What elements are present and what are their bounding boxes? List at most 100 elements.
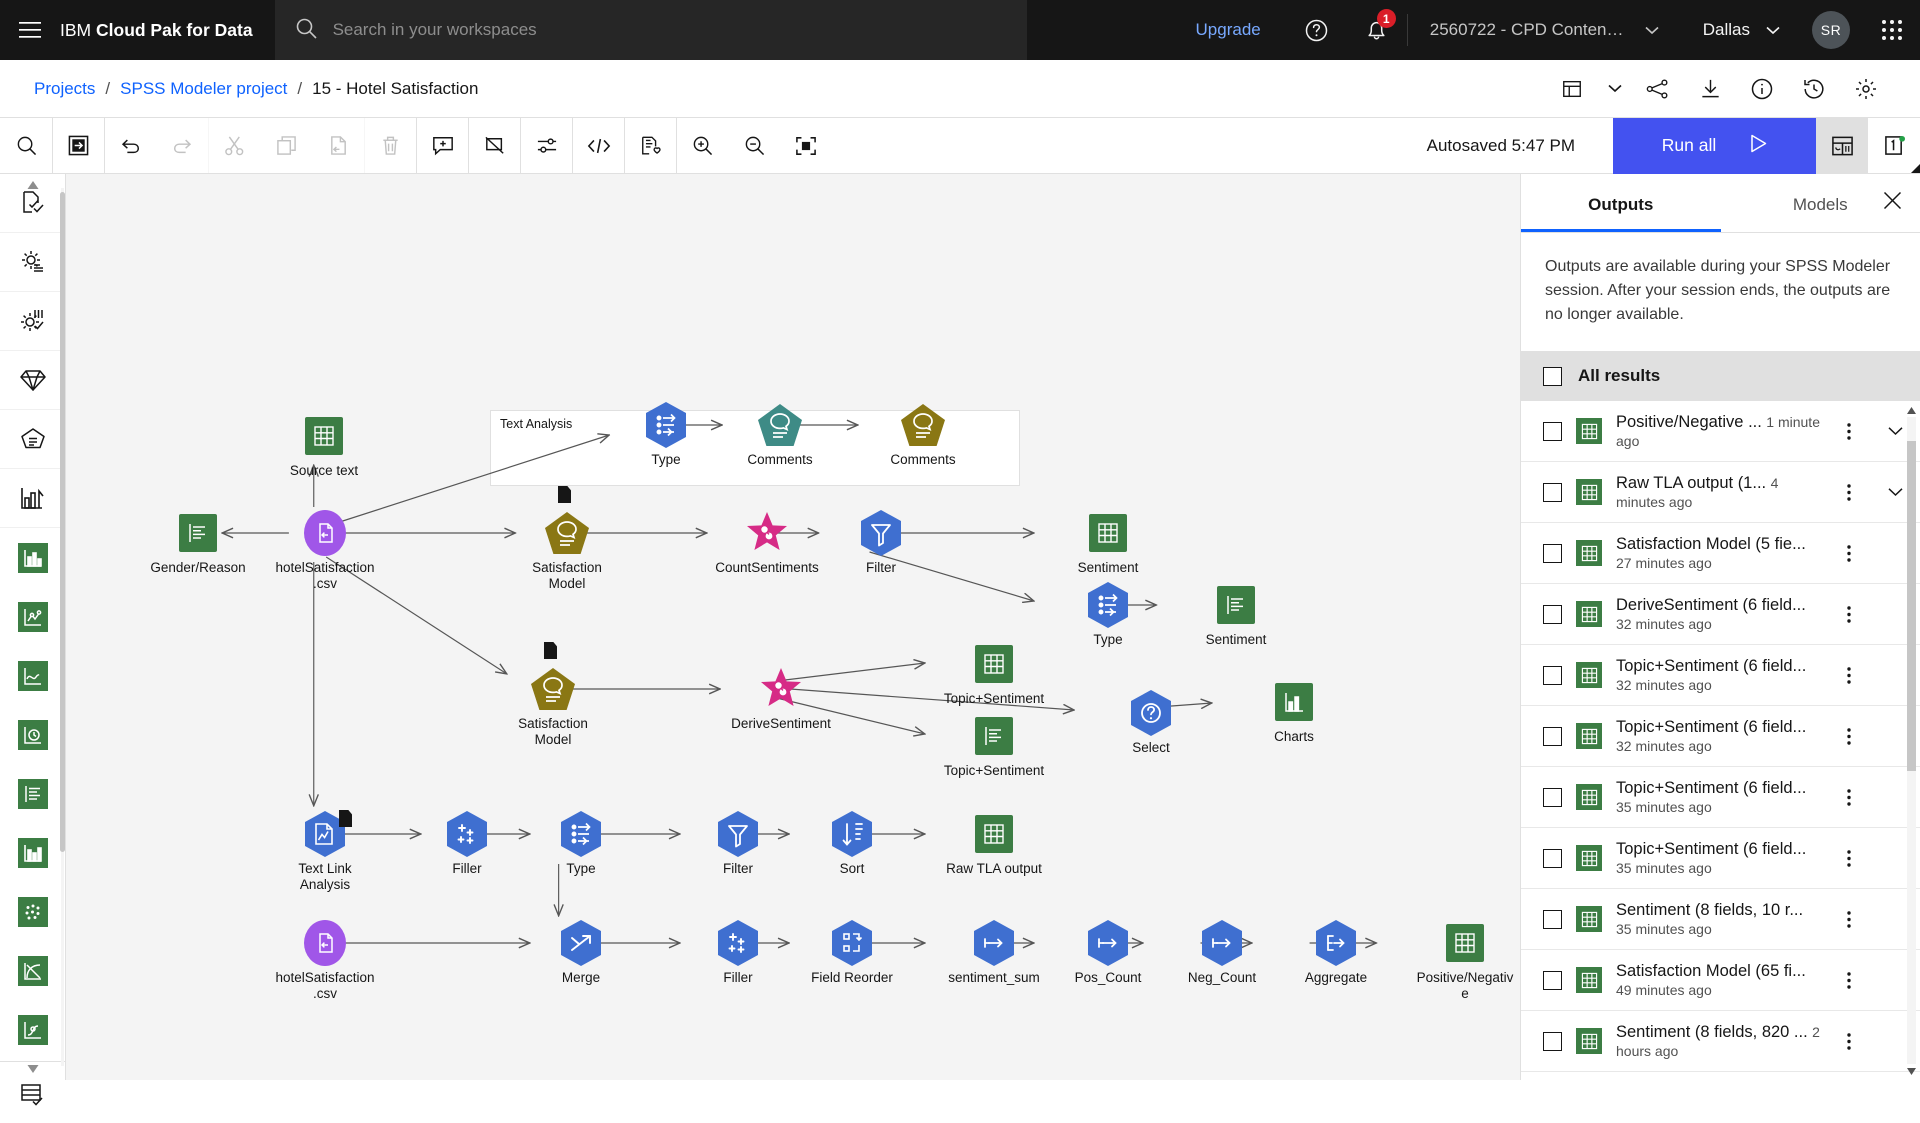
undo-icon[interactable] [104,118,156,173]
region-selector[interactable]: Dallas [1677,20,1798,40]
hide-links-icon[interactable] [468,118,520,173]
redo-icon[interactable] [156,118,208,173]
palette-modeling-icon[interactable] [0,351,65,410]
list-item[interactable]: Positive/Negative ... 1 minute ago [1521,401,1920,462]
list-item[interactable]: Topic+Sentiment (6 field... 32 minutes a… [1521,645,1920,706]
palette-field-ops-icon[interactable] [0,292,65,351]
list-item[interactable]: Topic+Sentiment (6 field... 35 minutes a… [1521,828,1920,889]
output-checkbox[interactable] [1543,544,1562,563]
flow-settings-icon[interactable] [520,118,572,173]
search-input[interactable]: Search in your workspaces [333,20,537,40]
add-comment-icon[interactable] [416,118,468,173]
code-icon[interactable] [572,118,624,173]
list-item[interactable]: Topic+Sentiment (6 field... 35 minutes a… [1521,767,1920,828]
overflow-menu-icon[interactable] [1834,911,1864,928]
scroll-down-icon[interactable] [1907,1064,1916,1078]
list-item[interactable]: Raw TLA output (1... 4 minutes ago [1521,462,1920,523]
graph-histogram-icon[interactable] [0,823,65,882]
avatar[interactable]: SR [1812,11,1850,49]
palette-graphs-icon[interactable] [0,469,65,528]
help-icon[interactable] [1287,0,1347,60]
output-checkbox[interactable] [1543,849,1562,868]
palette-scrollbar[interactable] [59,174,66,1080]
overflow-menu-icon[interactable] [1834,484,1864,501]
app-grid-icon[interactable] [1864,0,1920,60]
palette-scroll-up-icon[interactable] [27,176,38,194]
output-checkbox[interactable] [1543,422,1562,441]
hamburger-menu-icon[interactable] [0,0,60,60]
resize-handle[interactable] [1911,164,1920,173]
overflow-menu-icon[interactable] [1834,667,1864,684]
chevron-down-icon[interactable] [1598,63,1632,115]
zoom-fit-icon[interactable] [780,118,832,173]
list-item[interactable]: Topic+Sentiment (6 field... 32 minutes a… [1521,706,1920,767]
history-icon[interactable] [1788,63,1840,115]
palette-scroll-down-icon[interactable] [27,1060,38,1078]
upgrade-link[interactable]: Upgrade [1170,20,1287,40]
breadcrumb-item-spss-modeler-project[interactable]: SPSS Modeler project [120,79,287,99]
all-results-checkbox[interactable] [1543,367,1562,386]
graph-time-icon[interactable] [0,705,65,764]
search-icon[interactable] [0,118,52,173]
overflow-menu-icon[interactable] [1834,728,1864,745]
output-checkbox[interactable] [1543,666,1562,685]
list-item[interactable]: Satisfaction Model (65 fi... 49 minutes … [1521,950,1920,1011]
zoom-out-icon[interactable] [728,118,780,173]
outputs-panel-icon[interactable] [1816,118,1868,174]
list-item[interactable]: Sentiment (8 fields, 10 r... 35 minutes … [1521,889,1920,950]
palette-record-ops-icon[interactable] [0,233,65,292]
graph-bar-icon[interactable] [0,528,65,587]
output-checkbox[interactable] [1543,483,1562,502]
output-checkbox[interactable] [1543,727,1562,746]
output-checkbox[interactable] [1543,1032,1562,1051]
notifications-button[interactable]: 1 [1347,0,1407,60]
graph-multiplot-icon[interactable] [0,882,65,941]
scroll-up-icon[interactable] [1907,403,1916,417]
palette-scrollbar-thumb[interactable] [60,192,65,852]
account-selector[interactable]: 2560722 - CPD Content De... [1407,14,1677,46]
save-model-icon[interactable] [624,118,676,173]
overflow-menu-icon[interactable] [1834,1033,1864,1050]
information-icon[interactable] [1736,63,1788,115]
import-node-icon[interactable] [52,118,104,173]
download-icon[interactable] [1684,63,1736,115]
all-results-row[interactable]: All results [1521,351,1920,401]
settings-adjust-icon[interactable] [1840,63,1892,115]
flow-canvas[interactable]: Text Analysis [66,174,1520,1080]
output-checkbox[interactable] [1543,788,1562,807]
list-item[interactable]: DeriveSentiment (6 field... 32 minutes a… [1521,584,1920,645]
output-checkbox[interactable] [1543,971,1562,990]
graph-evaluation-icon[interactable] [0,941,65,1000]
overflow-menu-icon[interactable] [1834,423,1864,440]
overflow-menu-icon[interactable] [1834,972,1864,989]
run-all-button[interactable]: Run all [1613,118,1816,174]
global-search[interactable]: Search in your workspaces [275,0,1027,60]
graph-plot-icon[interactable] [0,587,65,646]
outputs-list[interactable]: Positive/Negative ... 1 minute ago Raw T… [1521,401,1920,1080]
palette-model-nugget-icon[interactable] [0,410,65,469]
overflow-menu-icon[interactable] [1834,850,1864,867]
list-item[interactable]: Satisfaction Model (5 fie... 27 minutes … [1521,523,1920,584]
output-checkbox[interactable] [1543,910,1562,929]
outputs-scrollbar[interactable] [1904,401,1918,1080]
close-icon[interactable] [1872,180,1912,220]
zoom-in-icon[interactable] [676,118,728,173]
output-checkbox[interactable] [1543,605,1562,624]
graph-distribution-icon[interactable] [0,1000,65,1059]
brand-title[interactable]: IBM Cloud Pak for Data [60,20,275,41]
paste-icon[interactable] [312,118,364,173]
graph-table-icon[interactable] [0,764,65,823]
list-item[interactable]: Sentiment (8 fields, 820 ... 2 hours ago [1521,1011,1920,1072]
overflow-menu-icon[interactable] [1834,606,1864,623]
outputs-scrollbar-thumb[interactable] [1907,441,1916,771]
tab-outputs[interactable]: Outputs [1521,195,1721,232]
list-item[interactable]: Distribution of Sentiment 2 hours ago [1521,1072,1920,1080]
graph-line-icon[interactable] [0,646,65,705]
cut-icon[interactable] [208,118,260,173]
overflow-menu-icon[interactable] [1834,789,1864,806]
copy-icon[interactable] [260,118,312,173]
breadcrumb-item-projects[interactable]: Projects [34,79,95,99]
delete-icon[interactable] [364,118,416,173]
overflow-menu-icon[interactable] [1834,545,1864,562]
new-notebook-icon[interactable] [1546,63,1598,115]
